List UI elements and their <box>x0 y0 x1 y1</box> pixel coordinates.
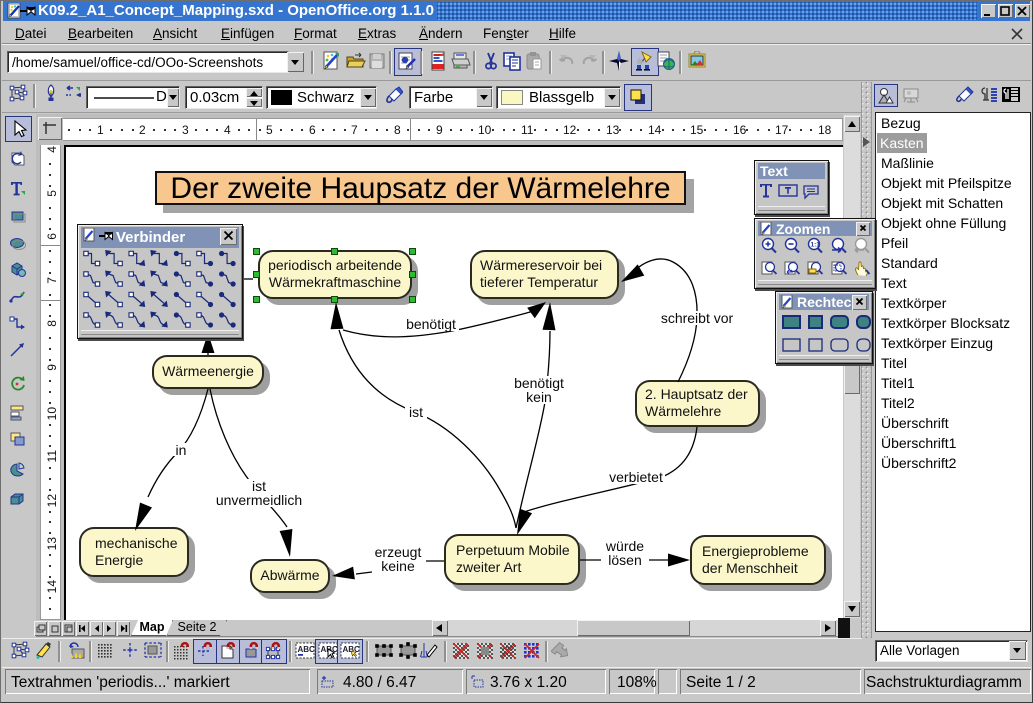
svg-text:ABC: ABC <box>298 645 316 654</box>
svg-text:1:1: 1:1 <box>811 242 821 249</box>
